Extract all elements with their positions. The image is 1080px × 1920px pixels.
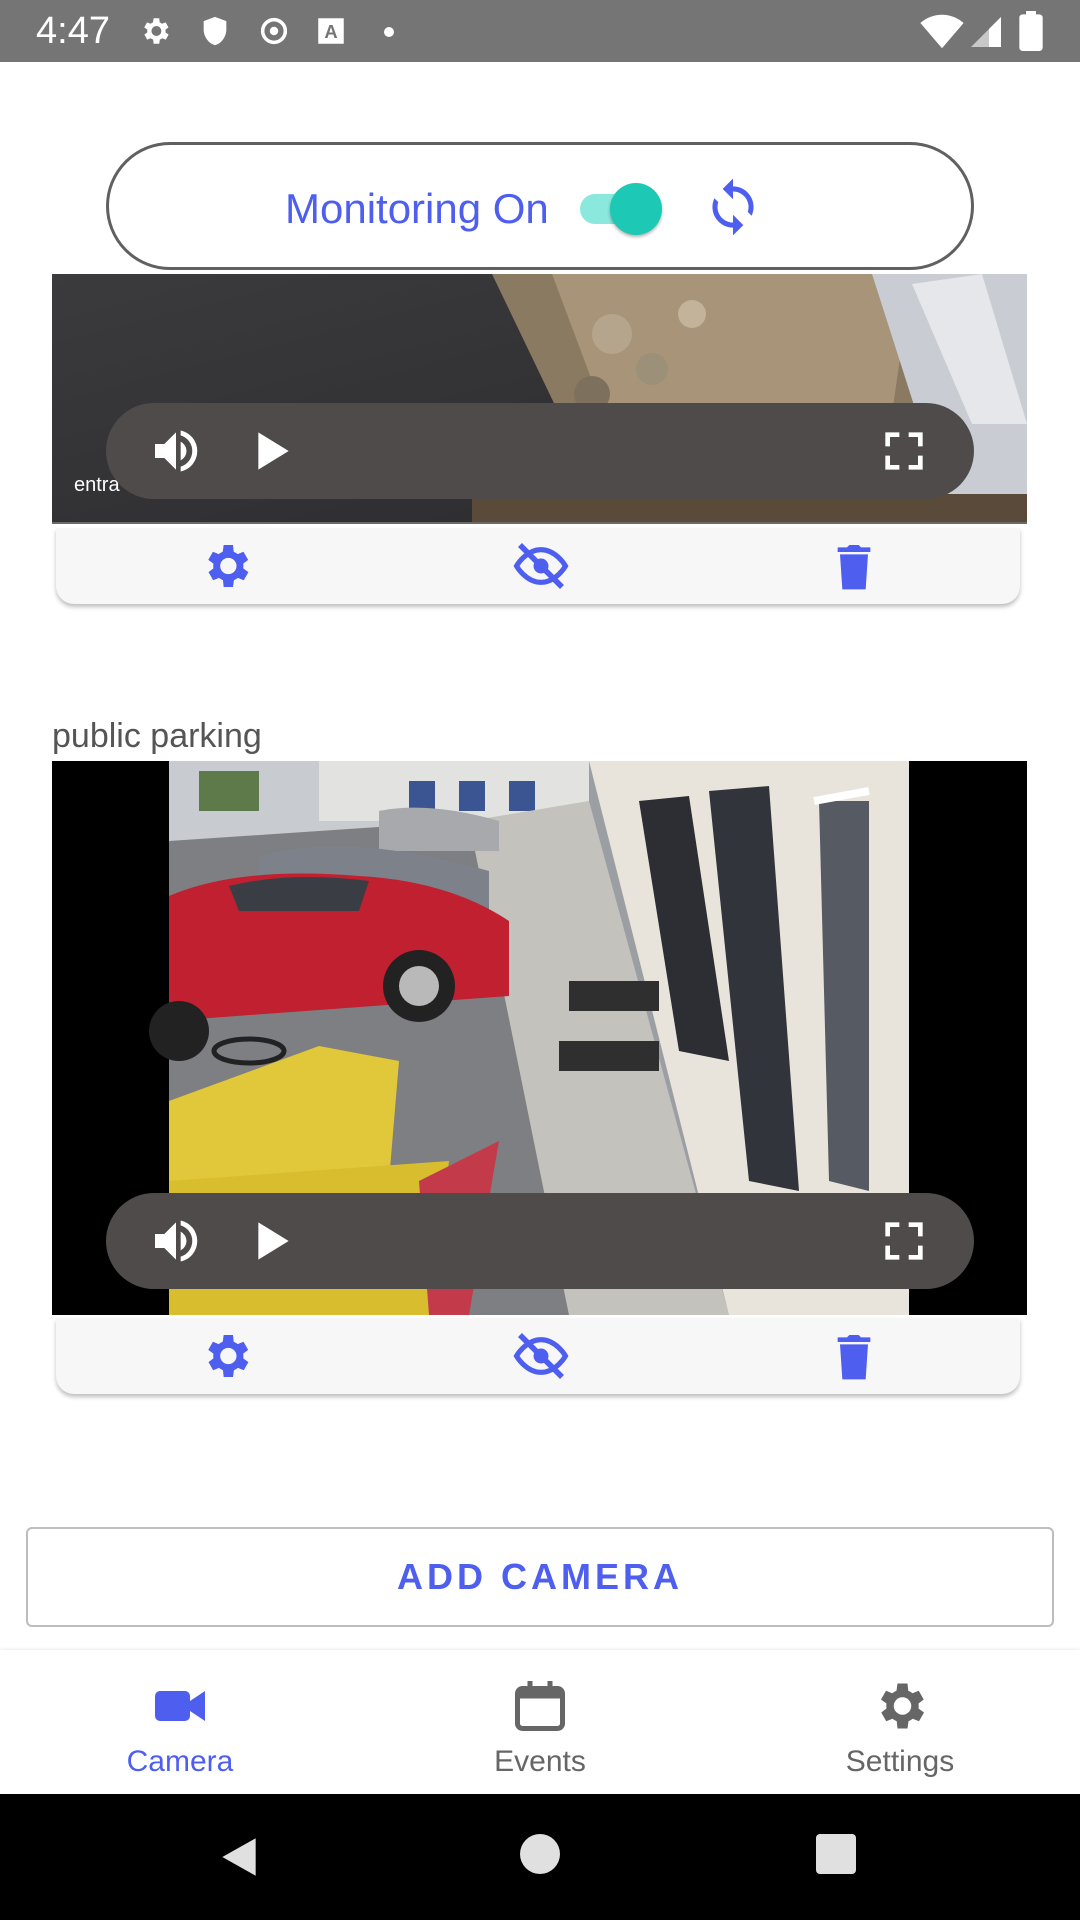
bottom-nav: Camera Events Settings — [0, 1650, 1080, 1794]
nav-item-camera[interactable]: Camera — [0, 1650, 360, 1794]
nav-item-events[interactable]: Events — [360, 1650, 720, 1794]
gear-icon — [144, 18, 169, 44]
nav-label-events: Events — [494, 1745, 586, 1778]
play-icon[interactable] — [242, 423, 298, 479]
camera-actions-2 — [56, 1318, 1020, 1394]
font-icon: A — [318, 18, 344, 44]
home-icon[interactable] — [520, 1834, 560, 1874]
svg-text:A: A — [324, 21, 337, 42]
camera-overlay-text: entra — [74, 474, 120, 496]
back-icon[interactable] — [214, 1832, 264, 1882]
play-icon[interactable] — [242, 1213, 298, 1269]
volume-icon[interactable] — [148, 1213, 204, 1269]
camera-name-2: public parking — [52, 717, 262, 755]
monitoring-label: Monitoring On — [285, 185, 549, 232]
video-controls-1 — [106, 403, 974, 499]
gear-icon[interactable] — [198, 1328, 254, 1384]
video-camera-icon — [155, 1691, 205, 1721]
system-nav-bar — [0, 1794, 1080, 1920]
recents-icon[interactable] — [816, 1834, 856, 1874]
calendar-icon — [515, 1681, 565, 1731]
camera-actions-1 — [56, 528, 1020, 604]
shield-icon — [203, 16, 227, 46]
nav-item-settings[interactable]: Settings — [720, 1650, 1080, 1794]
gear-icon — [881, 1683, 924, 1729]
signal-icon — [971, 17, 1001, 47]
status-bar: 4:47 A — [0, 0, 1080, 62]
refresh-icon[interactable] — [702, 176, 764, 238]
volume-icon[interactable] — [148, 423, 204, 479]
video-controls-2 — [106, 1193, 974, 1289]
add-camera-button[interactable]: ADD CAMERA — [26, 1527, 1054, 1627]
nav-label-camera: Camera — [126, 1745, 234, 1778]
monitoring-toggle-knob[interactable] — [610, 183, 662, 235]
trash-icon[interactable] — [826, 538, 882, 594]
fullscreen-icon[interactable] — [876, 1213, 932, 1269]
nav-label-settings: Settings — [845, 1745, 955, 1778]
vpn-icon — [260, 17, 288, 45]
eye-off-icon[interactable] — [510, 538, 572, 594]
eye-off-icon[interactable] — [510, 1328, 572, 1384]
wifi-icon — [920, 14, 964, 49]
status-time: 4:47 — [36, 10, 110, 52]
fullscreen-icon[interactable] — [876, 423, 932, 479]
trash-icon[interactable] — [826, 1328, 882, 1384]
gear-icon[interactable] — [198, 538, 254, 594]
dot-icon — [384, 27, 394, 37]
battery-icon — [1019, 11, 1043, 51]
